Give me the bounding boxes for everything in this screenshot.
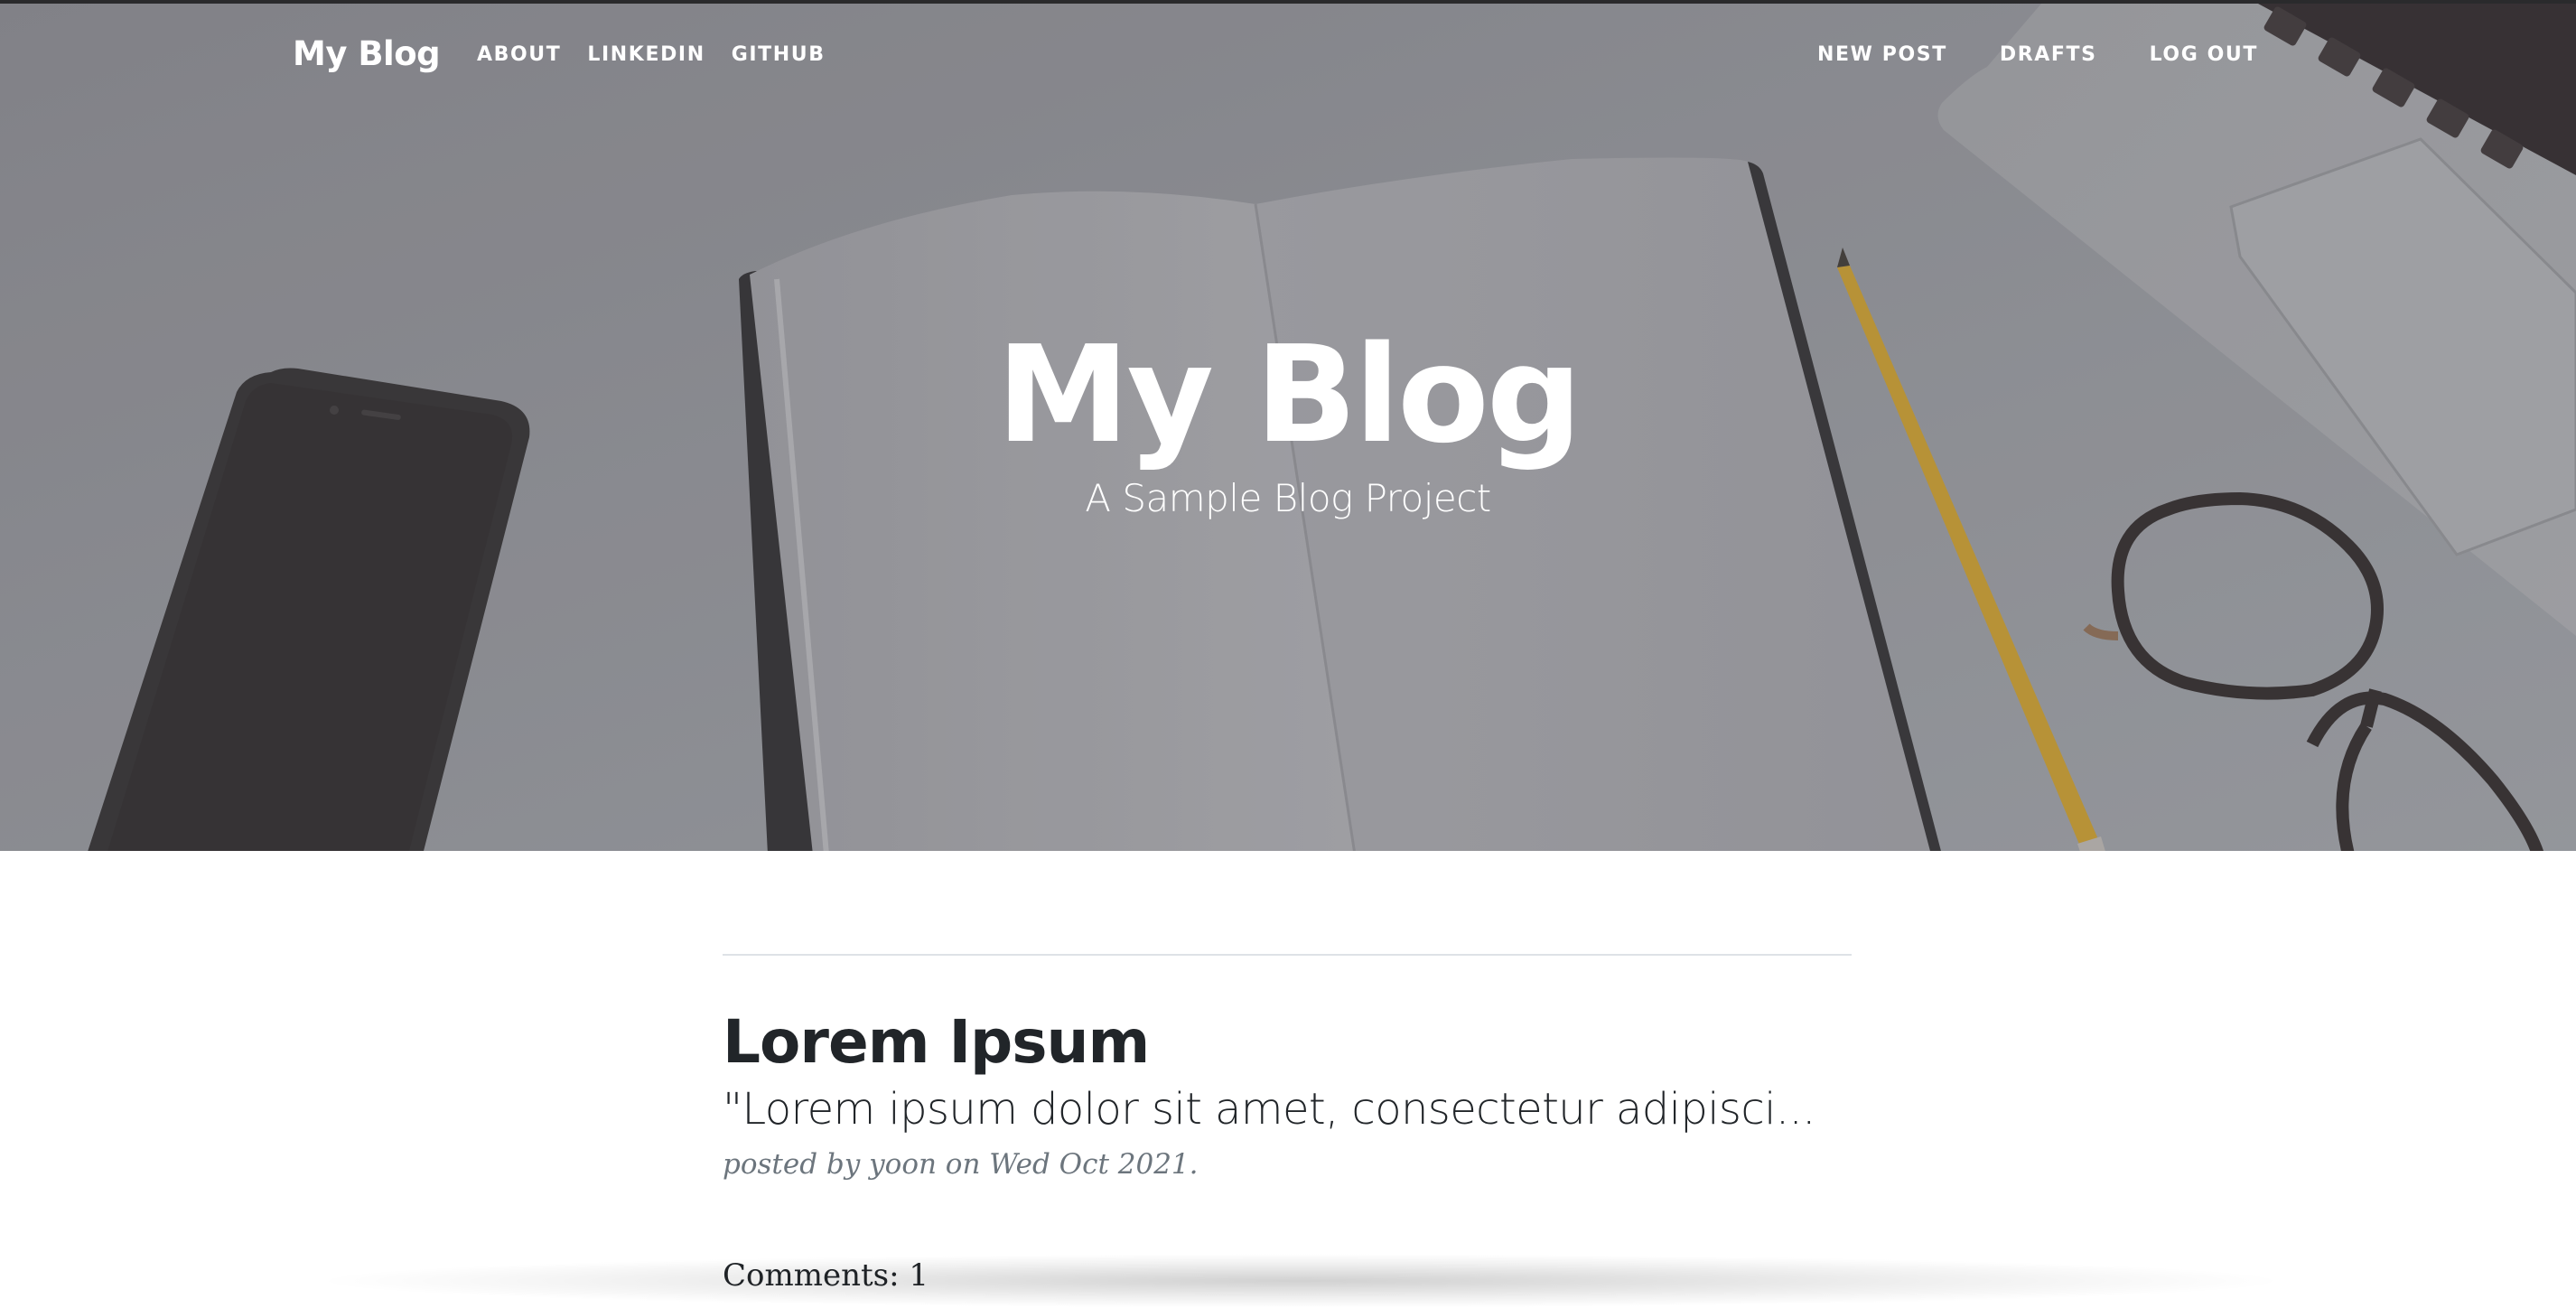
site-heading: My Blog A Sample Blog Project [0,318,2576,526]
main-content: Lorem Ipsum "Lorem ipsum dolor sit amet,… [723,954,1852,1294]
nav-right-links: New Post Drafts Log Out [1791,43,2258,66]
main-navbar: My Blog About LinkedIn Github New Post D… [0,4,2576,108]
post-author-link[interactable]: yoon [869,1148,937,1181]
nav-item-new-post: New Post [1791,43,1974,66]
site-subtitle: A Sample Blog Project [1085,476,1491,520]
post-subtitle: "Lorem ipsum dolor sit amet, consectetur… [723,1084,1815,1135]
nav-link-linkedin[interactable]: LinkedIn [587,43,731,66]
nav-link-new-post[interactable]: New Post [1791,43,1974,66]
nav-item-log-out: Log Out [2123,43,2258,66]
nav-left-links: About LinkedIn Github [477,43,852,66]
post-meta-date: on Wed Oct 2021. [936,1148,1199,1181]
post-meta-prefix: posted by [723,1148,870,1181]
nav-item-about: About [477,43,587,66]
window-edge-shadow [307,1254,2294,1308]
masthead: My Blog About LinkedIn Github New Post D… [0,0,2576,851]
post-title-link[interactable]: Lorem Ipsum [723,1008,1852,1077]
nav-link-log-out[interactable]: Log Out [2123,43,2258,66]
nav-item-drafts: Drafts [1974,43,2123,66]
nav-link-github[interactable]: Github [732,43,852,66]
nav-link-about[interactable]: About [477,43,587,66]
site-title: My Blog [996,317,1582,472]
nav-link-drafts[interactable]: Drafts [1974,43,2123,66]
post-preview: Lorem Ipsum "Lorem ipsum dolor sit amet,… [723,956,1852,1183]
nav-item-github: Github [732,43,852,66]
post-meta: posted by yoon on Wed Oct 2021. [723,1145,1852,1183]
brand-link[interactable]: My Blog [293,34,441,73]
nav-item-linkedin: LinkedIn [587,43,731,66]
post-comments-count[interactable]: Comments: 1 [723,1256,929,1295]
